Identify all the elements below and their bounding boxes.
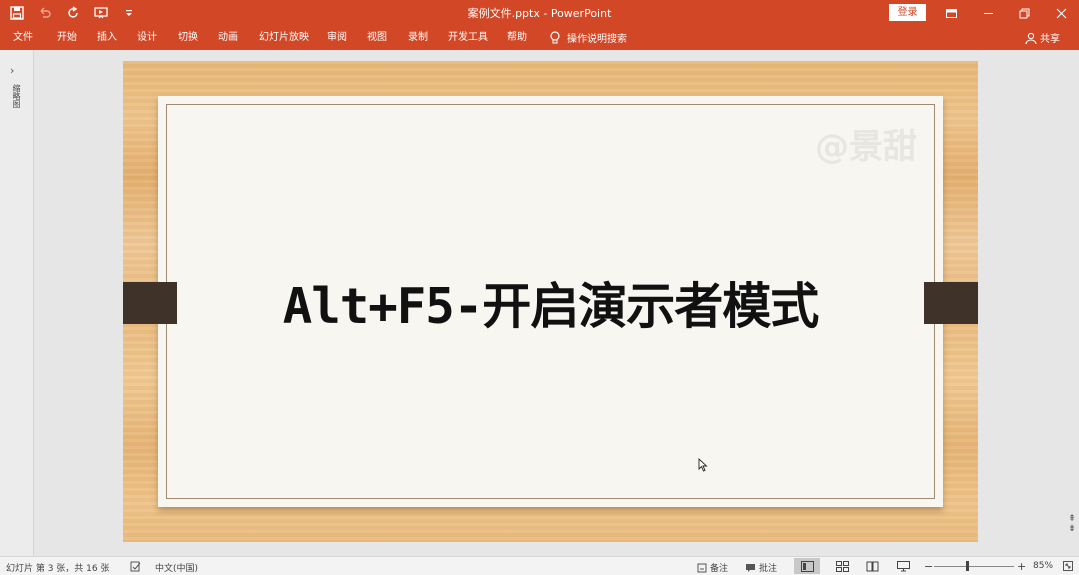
- tab-design[interactable]: 设计: [137, 31, 157, 45]
- reading-view-icon[interactable]: [859, 558, 885, 574]
- language-indicator[interactable]: 中文(中国): [155, 561, 198, 574]
- restore-icon[interactable]: [1006, 0, 1042, 26]
- mouse-cursor-icon: [698, 458, 708, 472]
- save-icon[interactable]: [8, 4, 26, 22]
- close-icon[interactable]: [1043, 0, 1079, 26]
- status-bar: 幻灯片 第 3 张，共 16 张 中文(中国) 备注 批注 − + 85%: [0, 556, 1079, 575]
- spell-check-icon[interactable]: [130, 561, 141, 572]
- next-slide-icon[interactable]: ⇟: [1066, 524, 1078, 534]
- ribbon-display-options-icon[interactable]: [933, 0, 969, 26]
- undo-icon[interactable]: [36, 4, 54, 22]
- tab-insert[interactable]: 插入: [97, 31, 117, 45]
- tab-view[interactable]: 视图: [367, 31, 387, 45]
- tab-home[interactable]: 开始: [57, 31, 77, 45]
- thumbnails-label[interactable]: 缩略图: [8, 84, 22, 108]
- tell-me-search[interactable]: 操作说明搜索: [549, 30, 627, 45]
- slide-show-view-icon[interactable]: [890, 558, 916, 574]
- quick-access-toolbar: [8, 3, 138, 23]
- comments-button[interactable]: 批注: [745, 561, 777, 574]
- slide-canvas[interactable]: @景甜 Alt+F5-开启演示者模式: [123, 61, 978, 542]
- zoom-percent[interactable]: 85%: [1033, 561, 1053, 571]
- comment-icon: [746, 563, 755, 572]
- slide-navigation-arrows[interactable]: ⇞ ⇟: [1066, 514, 1078, 534]
- login-button[interactable]: 登录: [889, 4, 926, 21]
- ribbon-tabs: 文件 开始 插入 设计 切换 动画 幻灯片放映 审阅 视图 录制 开发工具 帮助…: [0, 26, 1079, 50]
- zoom-out-icon[interactable]: −: [924, 560, 933, 573]
- fit-to-window-icon[interactable]: [1063, 561, 1073, 571]
- tab-recording[interactable]: 录制: [408, 31, 428, 45]
- tab-help[interactable]: 帮助: [507, 31, 527, 45]
- minimize-icon[interactable]: [970, 0, 1006, 26]
- slide-sorter-view-icon[interactable]: [829, 558, 855, 574]
- thumbnail-panel: › 缩略图: [0, 50, 34, 556]
- redo-icon[interactable]: [64, 4, 82, 22]
- zoom-slider-track[interactable]: [934, 566, 1014, 567]
- tab-developer[interactable]: 开发工具: [448, 31, 488, 45]
- tab-file[interactable]: 文件: [13, 31, 33, 45]
- comments-label: 批注: [759, 564, 778, 574]
- watermark: @景甜: [815, 127, 917, 167]
- tab-review[interactable]: 审阅: [327, 31, 347, 45]
- tab-transitions[interactable]: 切换: [178, 31, 198, 45]
- lightbulb-icon: [550, 30, 560, 43]
- notes-icon: [697, 563, 707, 572]
- notes-label: 备注: [710, 564, 729, 574]
- normal-view-icon[interactable]: [794, 558, 820, 574]
- tab-animations[interactable]: 动画: [218, 31, 238, 45]
- notes-button[interactable]: 备注: [697, 561, 728, 574]
- slide-counter: 幻灯片 第 3 张，共 16 张: [6, 564, 110, 574]
- share-label: 共享: [1040, 34, 1060, 45]
- slide-title[interactable]: Alt+F5-开启演示者模式: [123, 267, 978, 338]
- tell-me-label: 操作说明搜索: [567, 34, 627, 45]
- zoom-slider-thumb[interactable]: [966, 561, 969, 571]
- share-button[interactable]: 共享: [1025, 30, 1060, 45]
- customize-toolbar-icon[interactable]: [120, 4, 138, 22]
- tab-slide-show[interactable]: 幻灯片放映: [259, 31, 309, 45]
- previous-slide-icon[interactable]: ⇞: [1066, 514, 1078, 524]
- person-icon: [1025, 32, 1037, 44]
- zoom-in-icon[interactable]: +: [1017, 560, 1026, 573]
- start-from-beginning-icon[interactable]: [92, 4, 110, 22]
- expand-chevron-icon[interactable]: ›: [10, 64, 14, 77]
- title-bar: 案例文件.pptx - PowerPoint 登录: [0, 0, 1079, 26]
